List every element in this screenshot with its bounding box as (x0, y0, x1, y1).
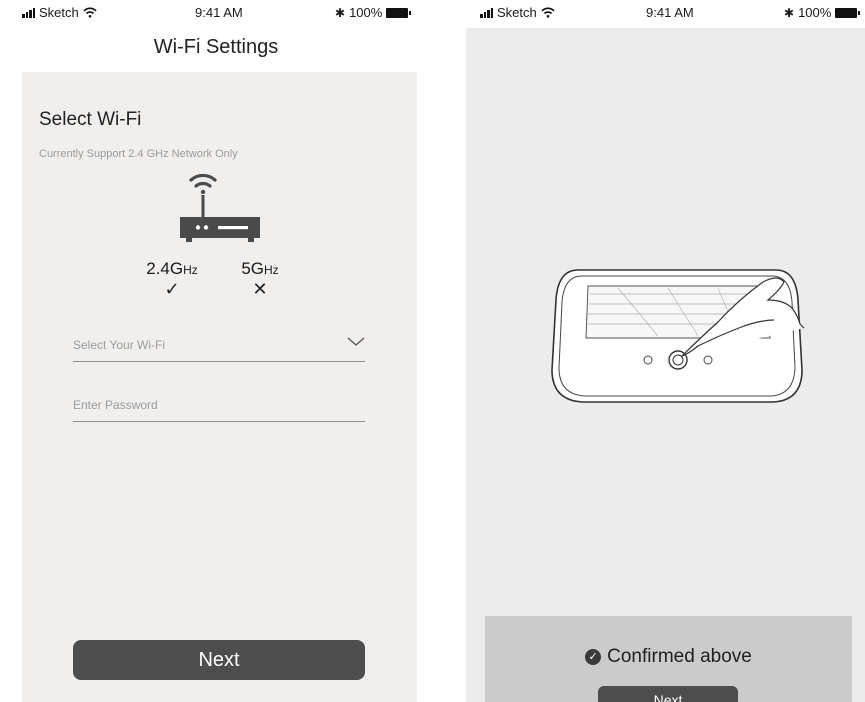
confirm-row[interactable]: ✓ Confirmed above (485, 646, 852, 668)
battery-group: ✱ 100% (335, 5, 412, 20)
band-5ghz: 5GHz ✕ (230, 259, 290, 300)
device-press-button-illustration (551, 269, 805, 403)
confirm-bar: ✓ Confirmed above Next (485, 616, 852, 702)
page-title: Wi-Fi Settings (153, 36, 279, 58)
next-button-confirm[interactable]: Next (598, 686, 738, 702)
carrier-label-right: Sketch (497, 5, 537, 20)
confirm-label: Confirmed above (607, 646, 752, 667)
signal-icon (22, 7, 35, 18)
device-illustration-panel: ✓ Confirmed above Next (466, 28, 865, 702)
battery-percent: 100% (349, 5, 383, 20)
battery-group-right: ✱ 100% (784, 5, 861, 20)
band-2-4ghz: 2.4GHz ✓ (142, 259, 202, 300)
band-5-unit: Hz (264, 263, 279, 277)
wifi-select-dropdown[interactable]: Select Your Wi-Fi (73, 334, 365, 362)
signal-icon (480, 7, 493, 18)
wifi-form-panel: Select Wi-Fi Currently Support 2.4 GHz N… (22, 72, 417, 702)
wifi-select-placeholder: Select Your Wi-Fi (73, 338, 166, 352)
status-time: 9:41 AM (195, 5, 243, 20)
checkmark-icon: ✓ (164, 279, 180, 299)
next-button[interactable]: Next (73, 640, 365, 680)
band-2-4-unit: Hz (183, 263, 198, 277)
device-confirm-screen: Sketch 9:41 AM ✱ 100% ✓ Confirmed above … (466, 0, 865, 702)
band-5-value: 5G (241, 259, 264, 278)
battery-icon (835, 7, 861, 18)
wifi-status-icon (541, 7, 555, 18)
band-2-4-value: 2.4G (146, 259, 184, 278)
carrier-label: Sketch (39, 5, 79, 20)
status-time-right: 9:41 AM (646, 5, 694, 20)
password-field[interactable]: Enter Password (73, 394, 365, 422)
battery-icon (386, 7, 412, 18)
carrier-group-right: Sketch (480, 5, 555, 20)
bluetooth-icon: ✱ (784, 5, 795, 20)
section-title: Select Wi-Fi (39, 109, 142, 130)
chevron-down-icon[interactable] (347, 336, 365, 348)
password-placeholder: Enter Password (73, 398, 158, 412)
status-bar: Sketch 9:41 AM ✱ 100% (0, 0, 432, 22)
cross-icon: ✕ (252, 279, 268, 299)
wifi-settings-screen: Sketch 9:41 AM ✱ 100% Wi-Fi Settings Sel… (0, 0, 432, 702)
bluetooth-icon: ✱ (335, 5, 346, 20)
wifi-status-icon (83, 7, 97, 18)
carrier-group: Sketch (22, 5, 97, 20)
check-circle-icon[interactable]: ✓ (585, 649, 602, 665)
section-subtitle: Currently Support 2.4 GHz Network Only (39, 148, 238, 160)
status-bar-right: Sketch 9:41 AM ✱ 100% (466, 0, 865, 22)
router-icon (180, 173, 260, 242)
battery-percent-right: 100% (798, 5, 832, 20)
